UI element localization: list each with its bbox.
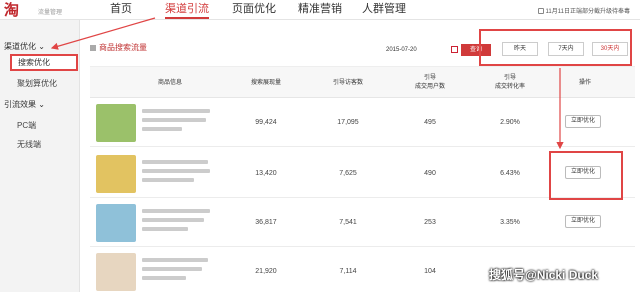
calendar-icon[interactable] (451, 46, 458, 53)
sidebar-group-label: 渠道优化 (4, 42, 36, 51)
sidebar-group-effect[interactable]: 引流效果 ⌄ (4, 99, 45, 110)
sidebar-item-pc[interactable]: PC端 (17, 120, 36, 131)
product-title[interactable] (142, 160, 212, 187)
table-header: 商品信息 搜索展现量 引导访客数 引导成交用户数 引导成交转化率 操作 (90, 66, 635, 98)
header-action: 操作 (578, 80, 591, 86)
table-row: 36,817 7,541 253 3.35% 立即优化 (90, 199, 635, 247)
conversion-cell: 3.35% (500, 219, 520, 226)
optimize-button[interactable]: 立即优化 (565, 215, 601, 228)
product-title[interactable] (142, 258, 212, 285)
date-value: 2015-07-20 (386, 47, 417, 53)
buyers-cell: 490 (424, 170, 436, 177)
header-product: 商品信息 (157, 80, 182, 86)
table-row: 99,424 17,095 495 2.90% 立即优化 (90, 99, 635, 147)
svg-text:淘: 淘 (4, 1, 19, 18)
product-thumbnail[interactable] (96, 253, 136, 291)
header-conv-line2: 成交转化率 (494, 84, 525, 90)
product-title[interactable] (142, 109, 212, 136)
conversion-cell: 2.90% (500, 119, 520, 126)
section-marker-icon (90, 45, 96, 51)
date-picker[interactable]: 2015-07-20 (383, 44, 458, 56)
header-buyers-line2: 成交用户数 (414, 84, 445, 90)
product-title[interactable] (142, 209, 212, 236)
section-title: 商品搜索流量 (90, 42, 147, 53)
tab-home[interactable]: 首页 (110, 0, 132, 19)
visitors-cell: 17,095 (337, 119, 359, 126)
sidebar: 渠道优化 ⌄ 搜索优化 聚划算优化 引流效果 ⌄ PC端 无线端 (0, 20, 80, 292)
header-conv-line1: 引导 (503, 75, 516, 81)
header-buyers-line1: 引导 (423, 75, 436, 81)
visitors-cell: 7,625 (339, 170, 357, 177)
header-impressions: 搜索展现量 (250, 80, 281, 86)
tab-precision-marketing[interactable]: 精准营销 (298, 0, 342, 19)
tab-audience[interactable]: 人群管理 (362, 0, 406, 19)
notice-icon (537, 8, 544, 14)
product-thumbnail[interactable] (96, 104, 136, 142)
logo-icon: 淘 (4, 1, 19, 18)
header-buyers: 引导 成交用户数 (400, 74, 460, 92)
logo-text: 流量管理 (38, 10, 63, 16)
sidebar-item-search[interactable]: 搜索优化 (10, 54, 78, 71)
tab-channel-traffic[interactable]: 渠道引流 (165, 0, 209, 19)
section-title-text: 商品搜索流量 (99, 43, 147, 52)
sidebar-item-mobile[interactable]: 无线端 (17, 139, 41, 150)
header-conversion: 引导 成交转化率 (480, 74, 540, 92)
impressions-cell: 21,920 (255, 268, 277, 275)
buyers-cell: 253 (424, 219, 436, 226)
impressions-cell: 99,424 (255, 119, 277, 126)
visitors-cell: 7,114 (339, 268, 357, 275)
optimize-highlight-box (549, 151, 623, 200)
tab-page-optimize[interactable]: 页面优化 (232, 0, 276, 19)
visitors-cell: 7,541 (339, 219, 357, 226)
impressions-cell: 36,817 (255, 219, 277, 226)
sidebar-group-channel[interactable]: 渠道优化 ⌄ (4, 41, 45, 52)
header-visitors: 引导访客数 (332, 80, 363, 86)
product-thumbnail[interactable] (96, 204, 136, 242)
product-thumbnail[interactable] (96, 155, 136, 193)
top-bar: 淘 流量管理 首页 渠道引流 页面优化 精准营销 人群管理 11月11日正端部分… (0, 0, 640, 20)
optimize-button[interactable]: 立即优化 (565, 115, 601, 128)
sidebar-item-juhuasuan[interactable]: 聚划算优化 (17, 78, 57, 89)
sidebar-group-label: 引流效果 (4, 100, 36, 109)
buyers-cell: 104 (424, 268, 436, 275)
buyers-cell: 495 (424, 119, 436, 126)
range-highlight-box (479, 29, 632, 66)
watermark: 搜狐号@Nicki Duck (489, 268, 599, 282)
impressions-cell: 13,420 (255, 170, 277, 177)
notice[interactable]: 11月11日正端部分截升级待奉毒 (537, 6, 630, 15)
conversion-cell: 6.43% (500, 170, 520, 177)
notice-text: 11月11日正端部分截升级待奉毒 (545, 9, 630, 15)
